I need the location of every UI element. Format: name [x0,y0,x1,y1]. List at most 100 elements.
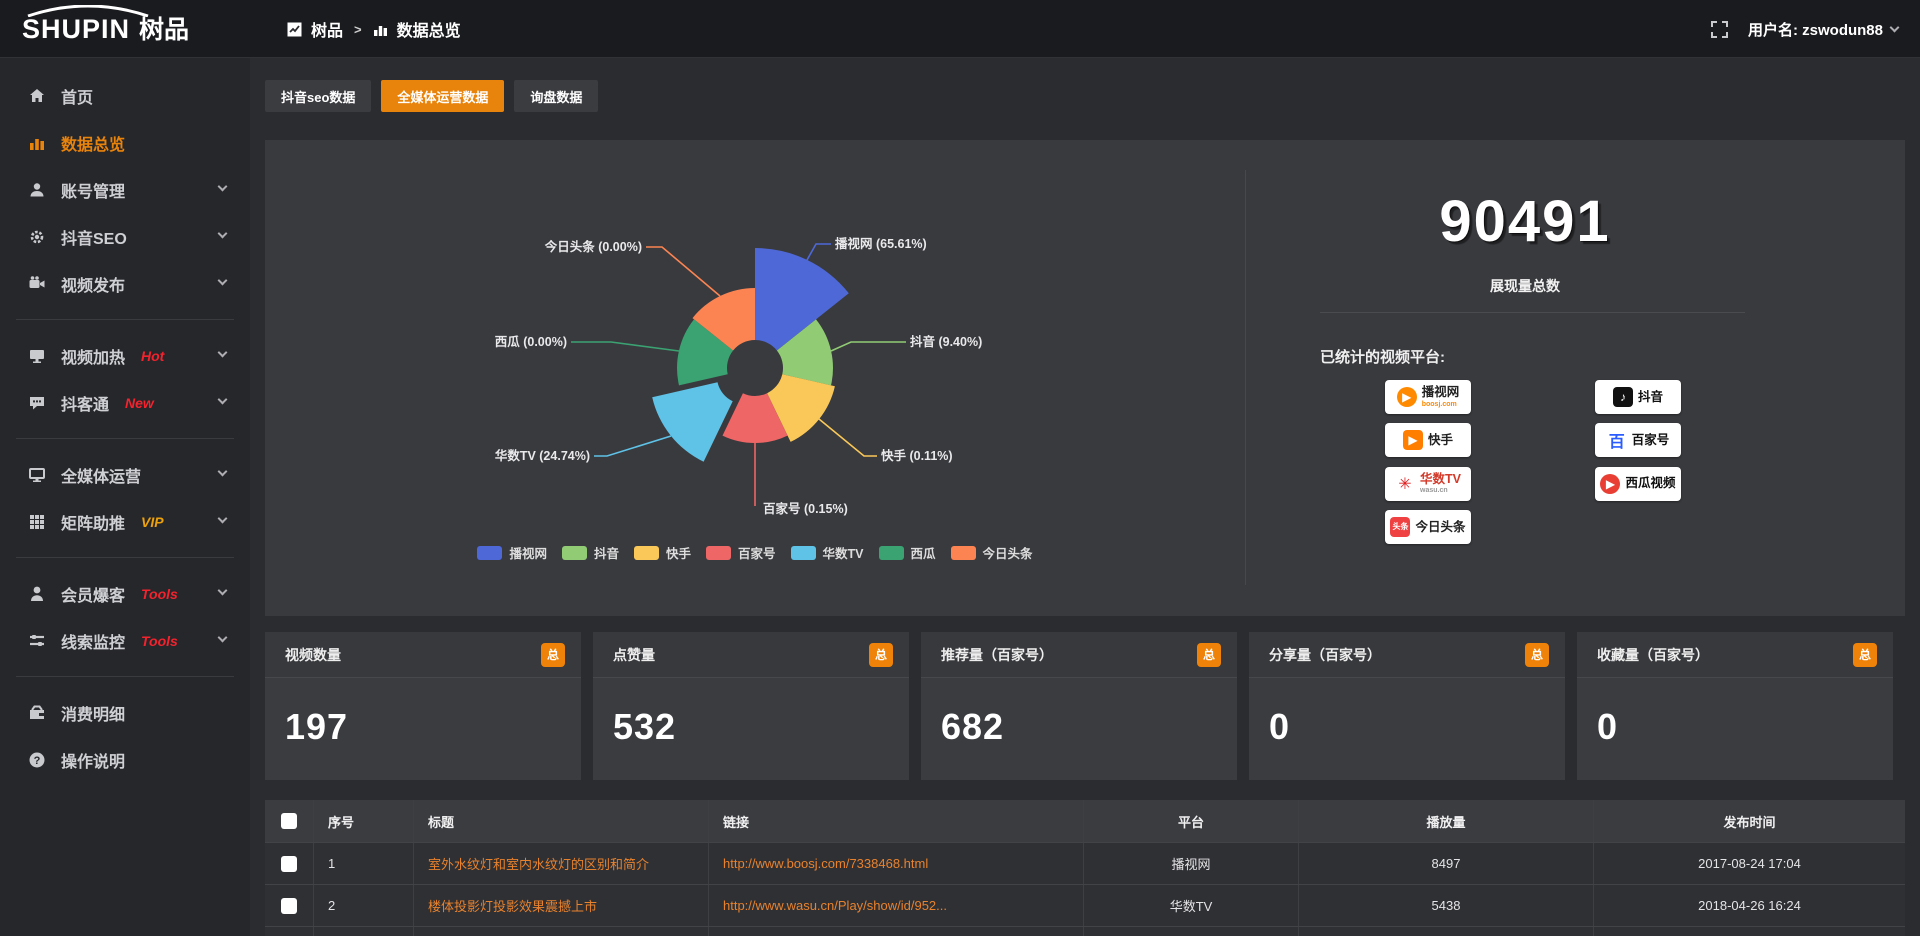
sidebar-item-tag: New [125,395,154,411]
platform-badge-抖音: ♪抖音 [1595,380,1681,414]
legend-label: 快手 [666,543,691,562]
platform-badge-播视网: ▶播视网boosj.com [1385,380,1471,414]
platforms-label: 已统计的视频平台: [1320,346,1445,367]
table-row-partial [265,926,1905,936]
sidebar-item-会员爆客[interactable]: 会员爆客Tools [0,570,250,617]
sidebar-item-操作说明[interactable]: ?操作说明 [0,736,250,783]
stat-card-视频数量: 视频数量总197 [265,632,581,780]
platform-name: 百家号 [1632,434,1670,447]
stat-card-value: 532 [593,678,909,748]
tab-douyin-seo[interactable]: 抖音seo数据 [265,80,371,112]
pie-label-line-播视网 [807,244,831,260]
tab-inquiry[interactable]: 询盘数据 [514,80,598,112]
sidebar-item-矩阵助推[interactable]: 矩阵助推VIP [0,498,250,545]
table-row: 2楼体投影灯投影效果震撼上市http://www.wasu.cn/Play/sh… [265,884,1905,926]
stat-card-header: 分享量（百家号）总 [1249,632,1565,678]
stat-card-header: 收藏量（百家号）总 [1577,632,1893,678]
video-url-link[interactable]: http://www.boosj.com/7338468.html [723,856,928,871]
sidebar-item-视频发布[interactable]: 视频发布 [0,260,250,307]
sidebar-item-label: 账号管理 [61,178,125,202]
monitor-icon [28,347,46,365]
华数TV-logo-icon: ✳ [1395,474,1415,494]
sidebar-item-数据总览[interactable]: 数据总览 [0,119,250,166]
stat-card-value: 197 [265,678,581,748]
sidebar-item-首页[interactable]: 首页 [0,72,250,119]
row-checkbox[interactable] [281,856,297,872]
pie-label-line-今日头条 [646,247,720,296]
total-impressions-value: 90491 [1245,188,1805,255]
legend-item-今日头条[interactable]: 今日头条 [951,543,1033,562]
legend-swatch [562,546,587,560]
app-logo[interactable]: SHUPIN 树品 [22,7,189,51]
pie-slice-华数TV[interactable] [652,382,733,461]
video-title-link[interactable]: 楼体投影灯投影效果震撼上市 [428,896,597,915]
platform-name: 播视网 [1422,386,1460,399]
sidebar-item-视频加热[interactable]: 视频加热Hot [0,332,250,379]
platform-name: 今日头条 [1415,521,1465,534]
chevron-down-icon [1890,23,1900,33]
sidebar-item-线索监控[interactable]: 线索监控Tools [0,617,250,664]
cell-platform: 播视网 [1083,843,1298,884]
sidebar-item-label: 首页 [61,84,93,108]
pie-label-line-西瓜 [571,342,679,351]
platform-name: 西瓜视频 [1625,477,1675,490]
抖音-logo-icon: ♪ [1613,387,1633,407]
bar-chart-icon [373,22,388,36]
legend-item-抖音[interactable]: 抖音 [562,543,619,562]
platform-sub: wasu.cn [1420,487,1448,494]
summary-divider [1320,312,1745,313]
breadcrumb-item-shupin[interactable]: 树品 [311,17,343,41]
legend-swatch [477,546,502,560]
sidebar-item-label: 视频发布 [61,272,125,296]
total-badge: 总 [1525,643,1549,667]
chart-bars-icon [28,134,46,152]
breadcrumb-item-data-overview[interactable]: 数据总览 [397,17,461,41]
legend-item-快手[interactable]: 快手 [634,543,691,562]
sidebar-item-账号管理[interactable]: 账号管理 [0,166,250,213]
overview-panel: 播视网 (65.61%)抖音 (9.40%)快手 (0.11%)百家号 (0.1… [265,140,1905,616]
legend-item-播视网[interactable]: 播视网 [477,543,547,562]
sidebar-item-label: 消费明细 [61,701,125,725]
row-checkbox[interactable] [281,898,297,914]
summary-section: 90491 展现量总数 已统计的视频平台: ▶播视网boosj.com▶快手✳华… [1245,140,1905,616]
legend-item-百家号[interactable]: 百家号 [706,543,776,562]
chevron-down-icon [218,514,228,524]
screen-icon [28,466,46,484]
legend-label: 百家号 [738,543,776,562]
sidebar-item-label: 全媒体运营 [61,463,141,487]
chevron-down-icon [218,348,228,358]
chevron-down-icon [218,586,228,596]
fullscreen-icon[interactable] [1711,21,1728,38]
cell-publish-time: 2018-04-26 16:24 [1593,885,1905,926]
question-icon: ? [28,751,46,769]
sidebar-item-label: 抖客通 [61,391,109,415]
tab-omni-media[interactable]: 全媒体运营数据 [381,80,504,112]
legend-item-西瓜[interactable]: 西瓜 [879,543,936,562]
select-all-checkbox[interactable] [281,813,297,829]
video-title-link[interactable]: 室外水纹灯和室内水纹灯的区别和简介 [428,854,649,873]
sidebar-item-抖音SEO[interactable]: 抖音SEO [0,213,250,260]
column-header-标题: 标题 [413,800,708,842]
stat-card-header: 推荐量（百家号）总 [921,632,1237,678]
sidebar-item-label: 矩阵助推 [61,510,125,534]
legend-item-华数TV[interactable]: 华数TV [791,543,864,562]
breadcrumb-separator: > [354,22,362,37]
stat-card-收藏量（百家号）: 收藏量（百家号）总0 [1577,632,1893,780]
sidebar-item-全媒体运营[interactable]: 全媒体运营 [0,451,250,498]
legend-label: 播视网 [509,543,547,562]
platform-badge-百家号: 百百家号 [1595,423,1681,457]
platform-badge-text: 播视网boosj.com [1422,386,1460,408]
cell-index: 1 [313,843,413,884]
user-menu[interactable]: 用户名: zswodun88 [1748,19,1898,40]
pie-label-华数TV: 华数TV (24.74%) [495,448,590,463]
total-badge: 总 [1197,643,1221,667]
legend-swatch [879,546,904,560]
sidebar-item-抖客通[interactable]: 抖客通 New [0,379,250,426]
sidebar-item-label: 会员爆客 [61,582,125,606]
videos-table: 序号标题链接平台播放量发布时间1室外水纹灯和室内水纹灯的区别和简介http://… [265,800,1905,936]
data-tabs: 抖音seo数据 全媒体运营数据 询盘数据 [265,80,598,112]
cell-platform: 华数TV [1083,885,1298,926]
table-row: 1 室外水纹灯和室内水纹灯的区别和简介 http://www.boosj.com/7… [265,842,1905,884]
video-url-link[interactable]: http://www.wasu.cn/Play/show/id/952... [723,898,947,913]
sidebar-item-消费明细[interactable]: 消费明细 [0,689,250,736]
